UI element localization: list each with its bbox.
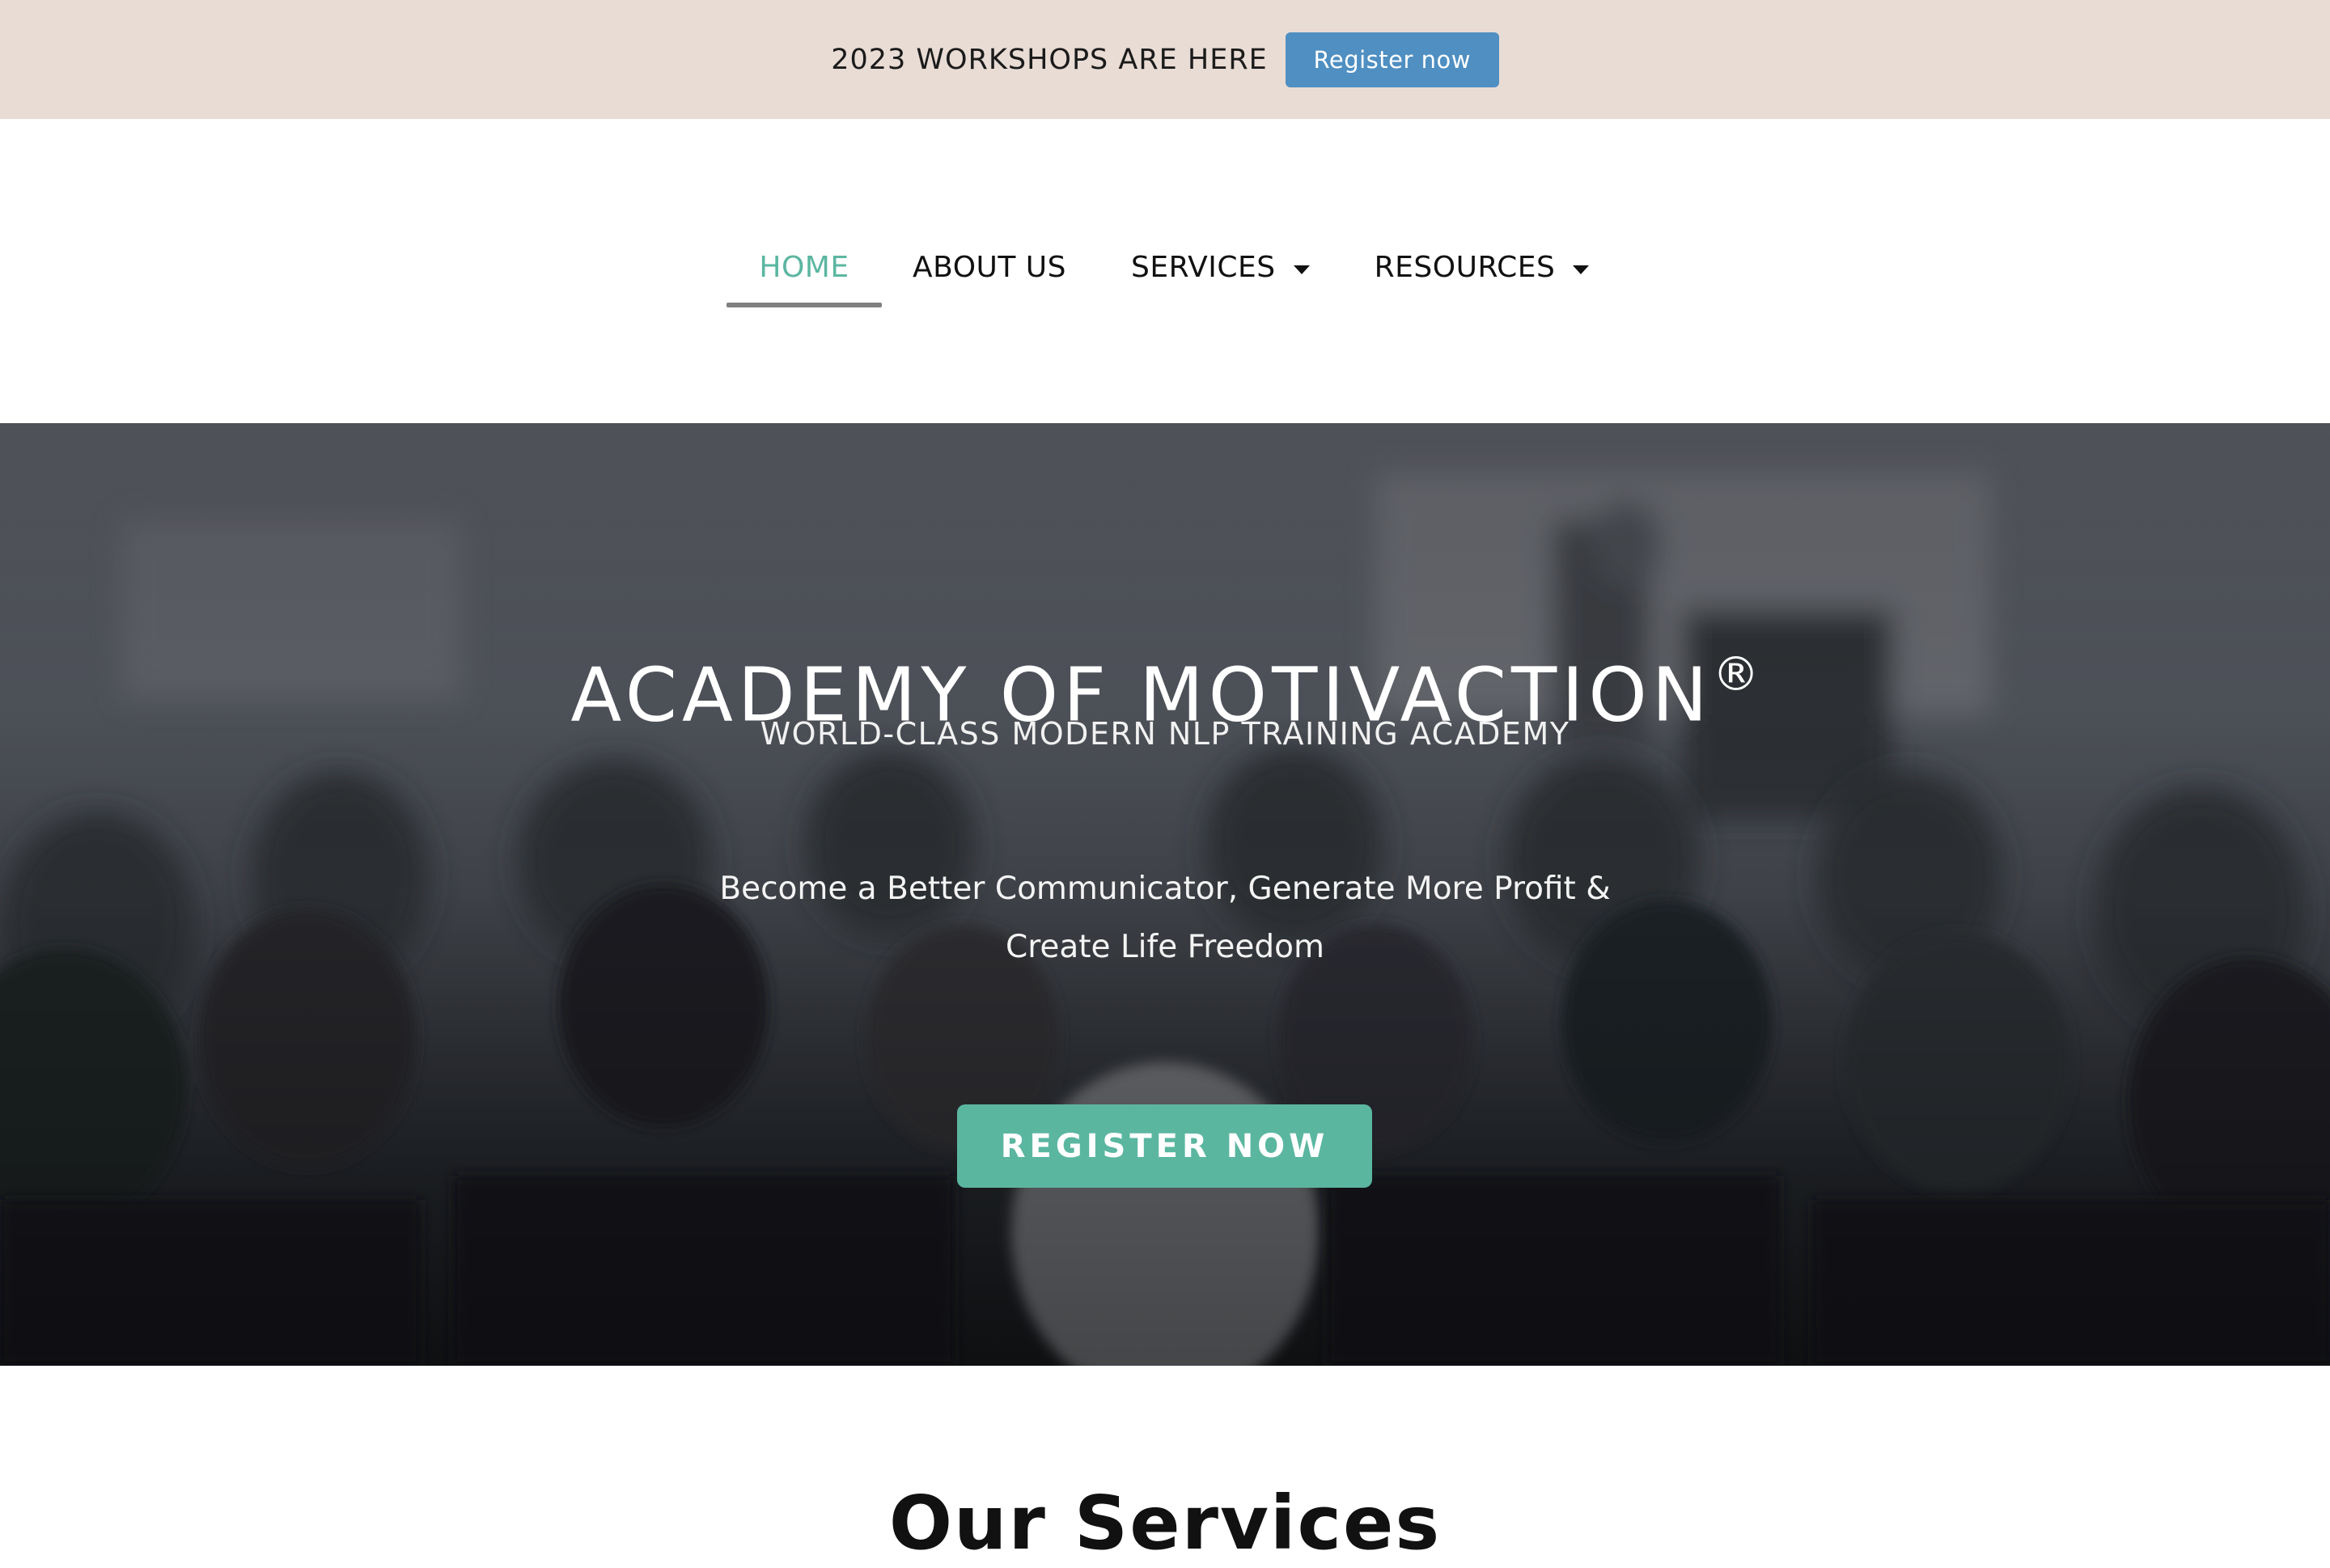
announcement-bar: 2023 WORKSHOPS ARE HERE Register now xyxy=(0,0,2330,121)
nav-menu: HOME ABOUT US SERVICES RESOURCES xyxy=(727,243,1590,307)
registered-mark: ® xyxy=(1712,646,1760,701)
hero-tagline: Become a Better Communicator, Generate M… xyxy=(680,860,1650,977)
nav-item-home-label: HOME xyxy=(759,251,849,284)
hero-register-button[interactable]: REGISTER NOW xyxy=(957,1104,1372,1188)
services-heading: Our Services xyxy=(888,1480,1442,1567)
nav-item-resources-label: RESOURCES xyxy=(1374,251,1556,284)
hero-subtitle: WORLD-CLASS MODERN NLP TRAINING ACADEMY xyxy=(760,716,1570,752)
caret-down-icon xyxy=(1573,265,1590,274)
nav-item-about-us[interactable]: ABOUT US xyxy=(913,243,1066,307)
main-navigation: HOME ABOUT US SERVICES RESOURCES xyxy=(0,119,2330,423)
nav-item-services[interactable]: SERVICES xyxy=(1131,243,1310,307)
hero-tagline-line-1: Become a Better Communicator, Generate M… xyxy=(719,871,1611,907)
hero-tagline-line-2: Create Life Freedom xyxy=(1005,929,1325,965)
nav-item-services-label: SERVICES xyxy=(1131,251,1276,284)
nav-item-home[interactable]: HOME xyxy=(727,243,882,307)
nav-item-resources[interactable]: RESOURCES xyxy=(1375,243,1590,307)
caret-down-icon xyxy=(1293,265,1310,274)
nav-item-about-us-label: ABOUT US xyxy=(913,251,1067,284)
announcement-register-button[interactable]: Register now xyxy=(1285,32,1499,87)
announcement-text: 2023 WORKSHOPS ARE HERE xyxy=(831,43,1268,76)
hero-section: ACADEMY OF MOTIVACTION® WORLD-CLASS MODE… xyxy=(0,423,2330,1366)
